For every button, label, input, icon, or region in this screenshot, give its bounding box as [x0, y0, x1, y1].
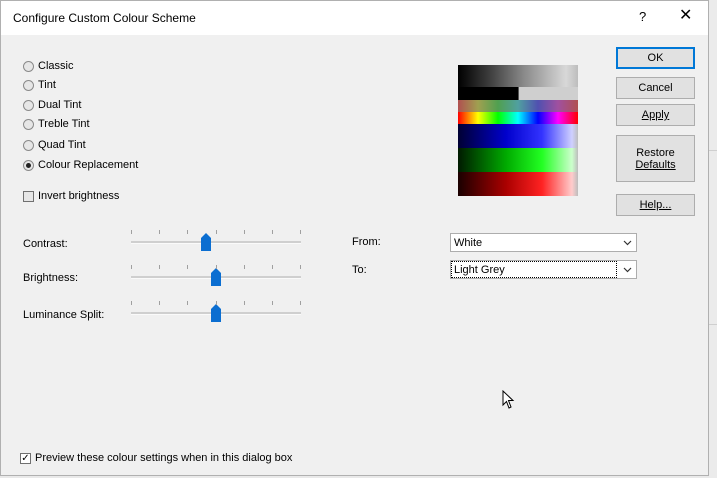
- mouse-pointer-icon: [502, 390, 515, 409]
- slider-tick: [159, 230, 160, 234]
- brightness-slider[interactable]: [131, 265, 301, 286]
- slider-tick: [216, 265, 217, 269]
- slider-tick: [272, 265, 273, 269]
- from-value: White: [454, 237, 483, 249]
- radio-circle-selected[interactable]: [23, 159, 34, 171]
- black-light-band: [458, 87, 578, 100]
- luminance-split-slider[interactable]: [131, 301, 301, 322]
- radio-circle[interactable]: [23, 139, 34, 151]
- slider-tick: [216, 301, 217, 305]
- slider-tick: [216, 230, 217, 234]
- blue-gradient-band: [458, 124, 578, 148]
- slider-tick: [187, 230, 188, 234]
- muted-hue-band: [458, 100, 578, 112]
- background-window-edge: [709, 0, 717, 478]
- contrast-label: Contrast:: [23, 238, 68, 250]
- help-button[interactable]: Help...: [616, 194, 695, 216]
- restore-defaults-button[interactable]: Restore Defaults: [616, 135, 695, 182]
- radio-label: Colour Replacement: [38, 159, 139, 171]
- apply-button[interactable]: Apply: [616, 104, 695, 126]
- slider-thumb[interactable]: [201, 233, 211, 251]
- ok-button[interactable]: OK: [616, 47, 695, 69]
- hue-spectrum-band: [458, 112, 578, 124]
- slider-tick: [244, 301, 245, 305]
- slider-tick: [300, 230, 301, 234]
- slider-track: [131, 241, 301, 244]
- radio-circle[interactable]: [23, 60, 34, 72]
- slider-tick: [300, 265, 301, 269]
- radio-treble-tint[interactable]: Treble Tint: [23, 116, 90, 132]
- invert-brightness-checkbox[interactable]: Invert brightness: [23, 190, 119, 202]
- slider-tick: [159, 301, 160, 305]
- radio-circle[interactable]: [23, 118, 34, 130]
- radio-label: Quad Tint: [38, 139, 86, 151]
- brightness-label: Brightness:: [23, 272, 79, 284]
- slider-tick: [244, 230, 245, 234]
- radio-quad-tint[interactable]: Quad Tint: [23, 137, 86, 153]
- to-value: Light Grey: [451, 261, 617, 278]
- restore-label-line1: Restore: [636, 146, 675, 159]
- edge-divider: [709, 324, 717, 325]
- chevron-down-icon: [623, 267, 632, 273]
- colour-preview-swatch: [458, 65, 578, 196]
- cancel-button[interactable]: Cancel: [616, 77, 695, 99]
- radio-circle[interactable]: [23, 99, 34, 111]
- help-question-icon[interactable]: ?: [639, 9, 646, 24]
- grey-gradient-band: [458, 65, 578, 87]
- slider-tick: [131, 301, 132, 305]
- slider-tick: [272, 301, 273, 305]
- slider-tick: [187, 301, 188, 305]
- green-gradient-band: [458, 148, 578, 172]
- slider-thumb[interactable]: [211, 304, 221, 322]
- to-dropdown[interactable]: Light Grey: [450, 260, 637, 279]
- red-gradient-band: [458, 172, 578, 196]
- radio-label: Dual Tint: [38, 99, 82, 111]
- chevron-down-icon: [623, 240, 632, 246]
- radio-dual-tint[interactable]: Dual Tint: [23, 97, 81, 113]
- preview-settings-checkbox[interactable]: ✓ Preview these colour settings when in …: [20, 452, 292, 464]
- radio-circle[interactable]: [23, 79, 34, 91]
- slider-tick: [159, 265, 160, 269]
- checkbox-box-checked[interactable]: ✓: [20, 452, 31, 464]
- slider-tick: [272, 230, 273, 234]
- slider-tick: [131, 230, 132, 234]
- slider-tick: [131, 265, 132, 269]
- apply-label: Apply: [641, 109, 670, 121]
- radio-classic[interactable]: Classic: [23, 58, 73, 74]
- radio-label: Tint: [38, 79, 56, 91]
- slider-tick: [300, 301, 301, 305]
- radio-colour-replacement[interactable]: Colour Replacement: [23, 157, 138, 173]
- from-label: From:: [352, 236, 381, 248]
- slider-thumb[interactable]: [211, 268, 221, 286]
- checkbox-box[interactable]: [23, 190, 34, 202]
- edge-divider: [709, 150, 717, 151]
- window-title: Configure Custom Colour Scheme: [13, 11, 196, 25]
- checkbox-label: Invert brightness: [38, 190, 120, 202]
- contrast-slider[interactable]: [131, 230, 301, 251]
- close-icon[interactable]: ✕: [679, 5, 692, 25]
- radio-label: Treble Tint: [38, 118, 90, 130]
- restore-label-line2: Defaults: [635, 158, 676, 171]
- slider-tick: [187, 265, 188, 269]
- help-label: Help...: [639, 199, 672, 211]
- to-label: To:: [352, 264, 367, 276]
- luminance-split-label: Luminance Split:: [23, 309, 105, 321]
- title-bar: Configure Custom Colour Scheme ? ✕: [1, 1, 708, 35]
- from-dropdown[interactable]: White: [450, 233, 637, 252]
- checkbox-label: Preview these colour settings when in th…: [35, 452, 293, 464]
- slider-tick: [244, 265, 245, 269]
- radio-label: Classic: [38, 60, 74, 72]
- radio-tint[interactable]: Tint: [23, 77, 56, 93]
- configure-colour-scheme-dialog: Configure Custom Colour Scheme ? ✕ Class…: [0, 0, 709, 476]
